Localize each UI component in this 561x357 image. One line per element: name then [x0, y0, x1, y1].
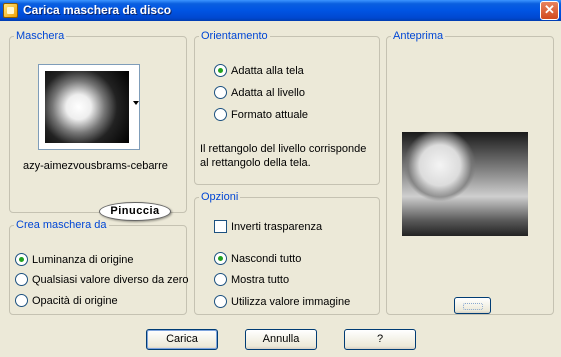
invert-transparency-checkbox-row[interactable]: Inverti trasparenza	[214, 220, 322, 233]
load-mask-dialog: Carica maschera da disco ✕ Maschera azy-…	[0, 0, 561, 357]
annulla-button[interactable]: Annulla	[245, 329, 317, 350]
anteprima-group: Anteprima	[386, 30, 554, 315]
radio-label: Qualsiasi valore diverso da zero	[32, 273, 189, 286]
radio-formato-attuale[interactable]: Formato attuale	[214, 108, 308, 121]
mask-thumbnail	[45, 71, 129, 143]
radio-label: Adatta al livello	[231, 86, 305, 99]
invert-transparency-checkbox[interactable]	[214, 220, 227, 233]
radio-button-selected[interactable]	[214, 64, 227, 77]
preview-image	[402, 132, 528, 236]
radio-nascondi-tutto[interactable]: Nascondi tutto	[214, 252, 301, 265]
title-bar[interactable]: Carica maschera da disco ✕	[0, 0, 561, 21]
orientamento-group: Orientamento Adatta alla tela Adatta al …	[194, 30, 380, 185]
radio-utilizza-valore[interactable]: Utilizza valore immagine	[214, 295, 350, 308]
radio-mostra-tutto[interactable]: Mostra tutto	[214, 273, 289, 286]
radio-label: Mostra tutto	[231, 273, 290, 286]
radio-qualsiasi-valore[interactable]: Qualsiasi valore diverso da zero	[15, 273, 189, 286]
maschera-legend: Maschera	[16, 30, 65, 42]
radio-button[interactable]	[214, 295, 227, 308]
radio-opacita[interactable]: Opacità di origine	[15, 294, 118, 307]
preview-toggle-button[interactable]	[454, 297, 491, 314]
radio-label: Adatta alla tela	[231, 64, 304, 77]
close-icon: ✕	[544, 2, 555, 17]
chevron-down-icon[interactable]	[133, 101, 139, 105]
preview-icon	[462, 303, 483, 310]
radio-button-selected[interactable]	[214, 252, 227, 265]
crea-maschera-group: Crea maschera da Luminanza di origine Qu…	[9, 219, 189, 315]
maschera-group: Maschera azy-aimezvousbrams-cebarre Pinu…	[9, 30, 187, 221]
radio-button[interactable]	[214, 86, 227, 99]
help-button[interactable]: ?	[344, 329, 416, 350]
mask-app-icon	[3, 3, 18, 18]
radio-button[interactable]	[214, 273, 227, 286]
radio-luminanza[interactable]: Luminanza di origine	[15, 253, 134, 266]
opzioni-group: Opzioni Inverti trasparenza Nascondi tut…	[194, 191, 380, 315]
radio-label: Luminanza di origine	[32, 253, 134, 266]
mask-name: azy-aimezvousbrams-cebarre	[23, 160, 168, 172]
radio-label: Formato attuale	[231, 108, 309, 121]
window-title: Carica maschera da disco	[23, 3, 172, 17]
crea-maschera-legend: Crea maschera da	[16, 219, 107, 231]
radio-label: Opacità di origine	[32, 294, 118, 307]
radio-button[interactable]	[214, 108, 227, 121]
radio-button[interactable]	[15, 273, 28, 286]
radio-adatta-tela[interactable]: Adatta alla tela	[214, 64, 304, 77]
radio-label: Nascondi tutto	[231, 252, 302, 265]
checkbox-label: Inverti trasparenza	[231, 220, 323, 233]
anteprima-legend: Anteprima	[393, 30, 444, 42]
carica-button[interactable]: Carica	[146, 329, 218, 350]
radio-button[interactable]	[15, 294, 28, 307]
close-button[interactable]: ✕	[540, 1, 559, 20]
mask-picker[interactable]	[38, 64, 140, 150]
radio-button-selected[interactable]	[15, 253, 28, 266]
radio-label: Utilizza valore immagine	[231, 295, 351, 308]
orientamento-legend: Orientamento	[201, 30, 268, 42]
opzioni-legend: Opzioni	[201, 191, 239, 203]
orientamento-description: Il rettangolo del livello corrisponde al…	[200, 143, 367, 169]
radio-adatta-livello[interactable]: Adatta al livello	[214, 86, 305, 99]
